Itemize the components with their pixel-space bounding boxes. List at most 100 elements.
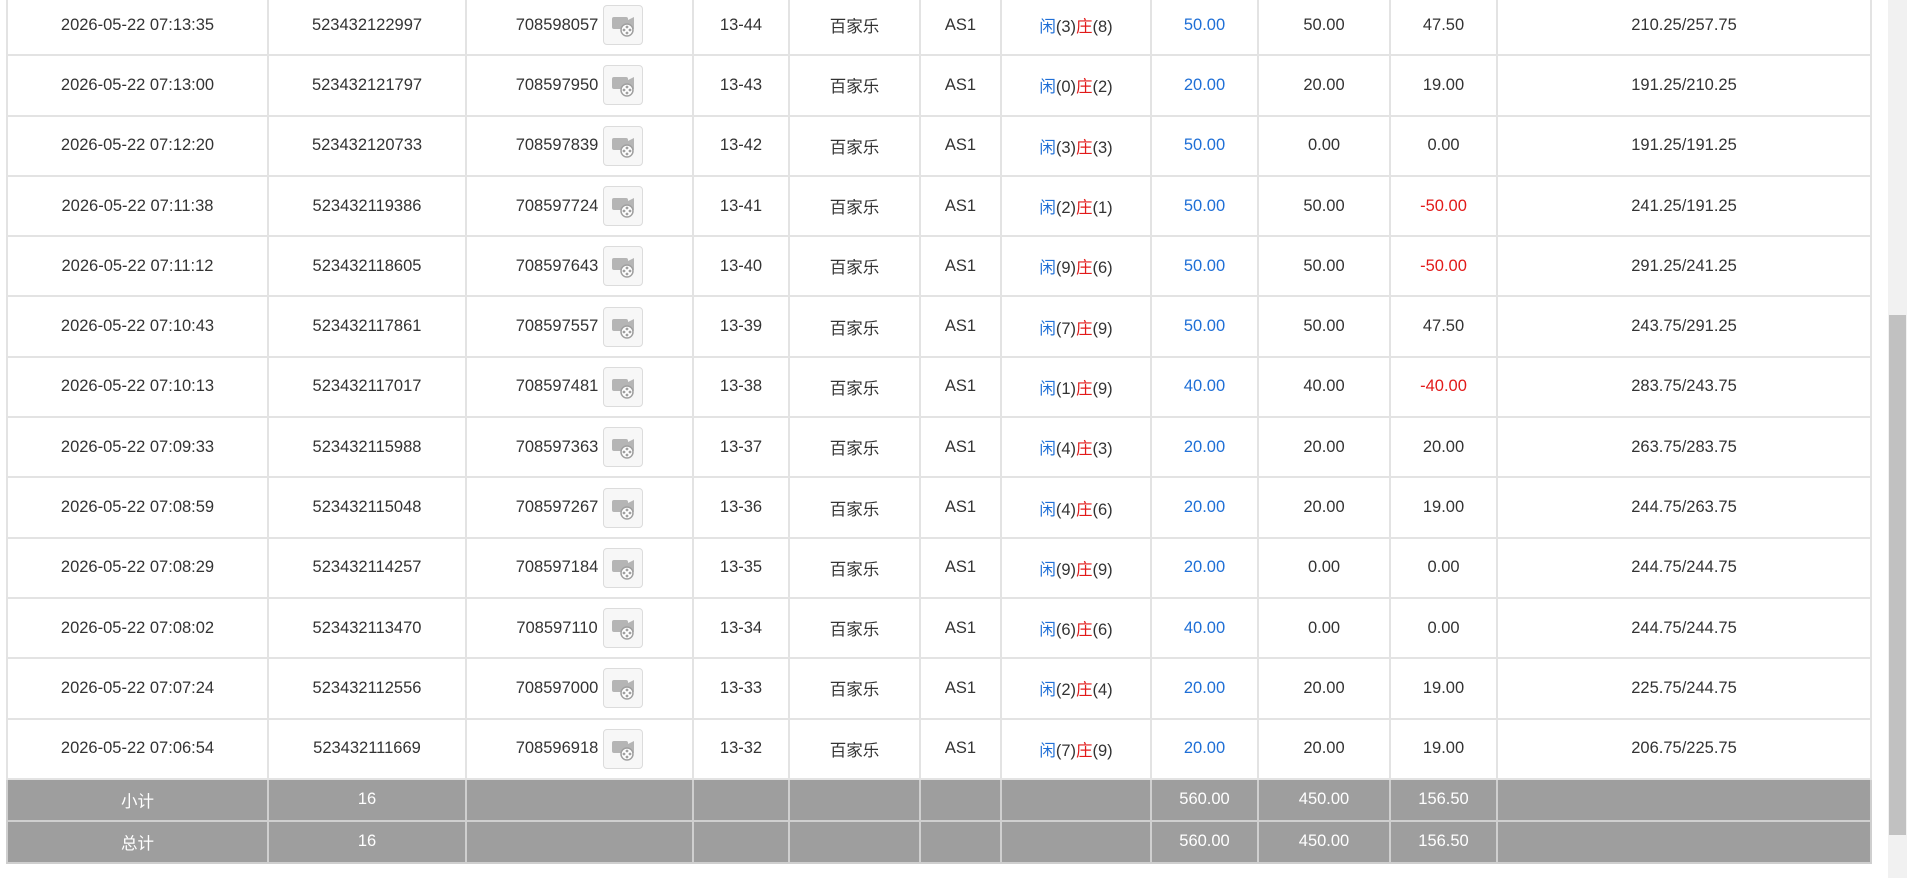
valid-bet: 50.00 — [1257, 235, 1391, 298]
banker-label: 庄 — [1076, 138, 1093, 157]
table-row: 2026-05-22 07:11:12 523432118605 708597643… — [6, 235, 1872, 298]
video-replay-icon[interactable] — [603, 427, 644, 468]
table-row: 2026-05-22 07:13:35 523432122997 708598057… — [6, 0, 1872, 57]
game-id-cell: 708596918 — [465, 717, 694, 780]
valid-bet: 0.00 — [1257, 596, 1391, 660]
game-id: 708597481 — [515, 377, 599, 396]
banker-score: (2) — [1092, 78, 1113, 97]
table-footer: 小计 16 560.00 450.00 156.50 总计 16 560.00 … — [6, 777, 1872, 864]
result-cell: 闲(3)庄(3) — [1000, 114, 1152, 177]
banker-score: (8) — [1092, 18, 1113, 37]
video-replay-icon[interactable] — [603, 547, 644, 588]
game-id-cell: 708597363 — [465, 416, 694, 479]
game-type: 百家乐 — [788, 657, 921, 720]
player-label: 闲 — [1039, 500, 1056, 519]
video-replay-icon[interactable] — [603, 668, 644, 709]
banker-score: (4) — [1092, 681, 1113, 700]
video-replay-icon[interactable] — [603, 366, 644, 407]
win-loss: 19.00 — [1389, 717, 1498, 780]
table-code: AS1 — [919, 0, 1002, 57]
game-type: 百家乐 — [788, 295, 921, 358]
game-type: 百家乐 — [788, 536, 921, 599]
video-replay-icon[interactable] — [602, 608, 643, 649]
game-type: 百家乐 — [788, 355, 921, 419]
video-replay-icon[interactable] — [603, 125, 644, 166]
banker-label: 庄 — [1076, 319, 1093, 338]
video-replay-icon[interactable] — [603, 306, 644, 347]
bet-history-panel: 2026-05-22 07:13:35 523432122997 708598057… — [6, 0, 1872, 864]
bet-number: 523432121797 — [267, 54, 467, 117]
game-id: 708597643 — [515, 256, 599, 275]
shoe-round: 13-34 — [692, 596, 790, 660]
shoe-round: 13-37 — [692, 416, 790, 479]
banker-label: 庄 — [1076, 741, 1093, 760]
player-score: (2) — [1055, 199, 1076, 218]
result-cell: 闲(2)庄(1) — [1000, 174, 1152, 238]
result-cell: 闲(4)庄(3) — [1000, 416, 1152, 479]
bet-time: 2026-05-22 07:11:38 — [6, 174, 269, 238]
win-loss: 47.50 — [1389, 295, 1498, 358]
shoe-round: 13-39 — [692, 295, 790, 358]
game-id-cell: 708597557 — [465, 295, 694, 358]
video-replay-icon[interactable] — [603, 65, 644, 106]
shoe-round: 13-35 — [692, 536, 790, 599]
game-id: 708597184 — [515, 558, 599, 577]
game-id: 708597950 — [515, 75, 599, 94]
shoe-round: 13-44 — [692, 0, 790, 57]
result-cell: 闲(9)庄(6) — [1000, 235, 1152, 298]
bet-time: 2026-05-22 07:06:54 — [6, 717, 269, 780]
table-row: 2026-05-22 07:13:00 523432121797 708597950… — [6, 54, 1872, 117]
shoe-round: 13-42 — [692, 114, 790, 177]
player-label: 闲 — [1039, 379, 1056, 398]
video-replay-icon[interactable] — [603, 728, 644, 769]
valid-bet: 0.00 — [1257, 536, 1391, 599]
table-row: 2026-05-22 07:08:02 523432113470 708597110… — [6, 596, 1872, 660]
video-replay-icon[interactable] — [603, 5, 644, 46]
balance: 243.75/291.25 — [1496, 295, 1872, 358]
bet-amount: 20.00 — [1150, 717, 1259, 780]
table-row: 2026-05-22 07:08:29 523432114257 708597184… — [6, 536, 1872, 599]
banker-score: (6) — [1092, 259, 1113, 278]
game-type: 百家乐 — [788, 54, 921, 117]
player-score: (6) — [1055, 621, 1076, 640]
valid-bet: 50.00 — [1257, 0, 1391, 57]
valid-bet: 20.00 — [1257, 717, 1391, 780]
banker-score: (1) — [1092, 199, 1113, 218]
table-code: AS1 — [919, 295, 1002, 358]
video-replay-icon[interactable] — [603, 487, 644, 528]
bet-number: 523432119386 — [267, 174, 467, 238]
shoe-round: 13-41 — [692, 174, 790, 238]
game-type: 百家乐 — [788, 717, 921, 780]
table-code: AS1 — [919, 416, 1002, 479]
total-row: 总计 16 560.00 450.00 156.50 — [6, 819, 1872, 864]
player-label: 闲 — [1039, 138, 1056, 157]
scrollbar-thumb[interactable] — [1889, 315, 1906, 835]
valid-bet: 50.00 — [1257, 295, 1391, 358]
result-cell: 闲(6)庄(6) — [1000, 596, 1152, 660]
video-replay-icon[interactable] — [603, 246, 644, 287]
banker-score: (3) — [1092, 138, 1113, 157]
video-replay-icon[interactable] — [603, 186, 644, 227]
game-id: 708597110 — [516, 618, 598, 637]
balance: 283.75/243.75 — [1496, 355, 1872, 419]
valid-bet: 20.00 — [1257, 476, 1391, 539]
table-code: AS1 — [919, 657, 1002, 720]
bet-amount: 40.00 — [1150, 596, 1259, 660]
win-loss: -50.00 — [1389, 174, 1498, 238]
result-cell: 闲(9)庄(9) — [1000, 536, 1152, 599]
total-win: 156.50 — [1389, 819, 1498, 864]
bet-amount: 20.00 — [1150, 54, 1259, 117]
bet-number: 523432122997 — [267, 0, 467, 57]
subtotal-count: 16 — [267, 777, 467, 822]
banker-label: 庄 — [1076, 681, 1093, 700]
result-cell: 闲(2)庄(4) — [1000, 657, 1152, 720]
balance: 263.75/283.75 — [1496, 416, 1872, 479]
total-label: 总计 — [6, 819, 269, 864]
table-code: AS1 — [919, 235, 1002, 298]
banker-score: (9) — [1092, 319, 1113, 338]
game-type: 百家乐 — [788, 476, 921, 539]
subtotal-valid: 450.00 — [1257, 777, 1391, 822]
bet-time: 2026-05-22 07:10:43 — [6, 295, 269, 358]
balance: 206.75/225.75 — [1496, 717, 1872, 780]
table-code: AS1 — [919, 596, 1002, 660]
